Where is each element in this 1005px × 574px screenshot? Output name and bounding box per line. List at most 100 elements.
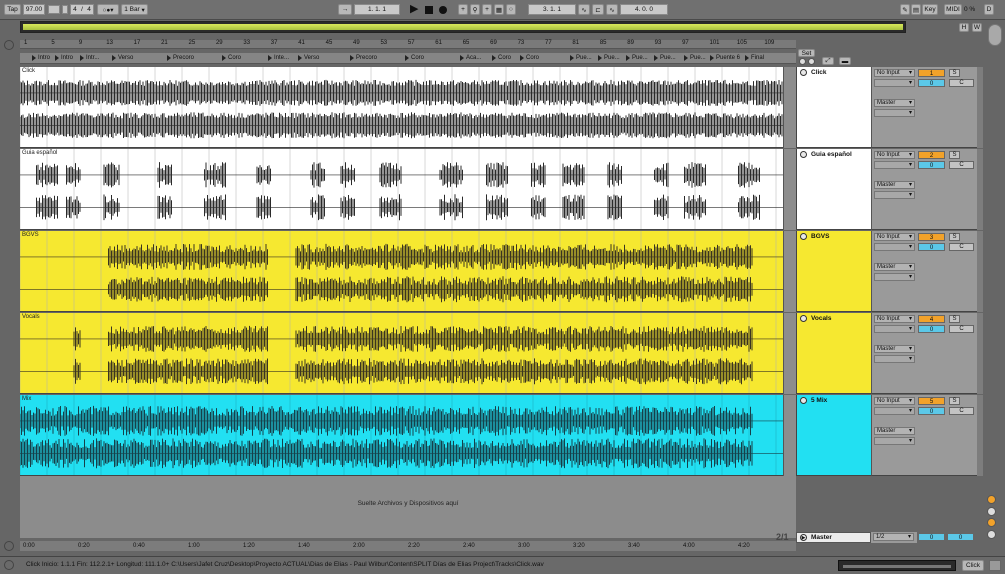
input-channel-select[interactable] [874, 79, 915, 87]
locator-marker[interactable]: Intro [55, 53, 73, 64]
song-position-field[interactable]: 1. 1. 1 [354, 4, 400, 15]
clip-lane[interactable]: BGVS [20, 231, 783, 312]
track-fold-icon[interactable] [800, 69, 807, 76]
input-type-select[interactable]: No Input [874, 233, 915, 241]
zoom-circle-icon[interactable] [4, 541, 14, 551]
metronome-bars-icon[interactable] [62, 5, 68, 14]
output-type-select[interactable]: Master [874, 181, 915, 189]
input-channel-select[interactable] [874, 161, 915, 169]
locator-marker[interactable]: Verso [298, 53, 319, 64]
punch-out-icon[interactable]: ∿ [606, 4, 618, 15]
pan-knob[interactable]: 0 [918, 161, 945, 169]
computer-keyboard-icon[interactable]: ▤ [911, 4, 921, 15]
info-view-toggle-icon[interactable] [988, 24, 1002, 46]
clip-lane[interactable]: Mix [20, 395, 783, 476]
fold-icon[interactable]: ▬ [839, 57, 851, 65]
output-channel-select[interactable] [874, 355, 915, 363]
hide-view-w-button[interactable]: W [972, 23, 982, 32]
beat-time-ruler[interactable]: 1 5 9 13 17 21 25 29 33 37 41 45 49 53 57 61 65 69 73 77 81 8… [20, 40, 796, 49]
track-fold-icon[interactable] [800, 233, 807, 240]
track-activator[interactable]: 4 [918, 315, 945, 323]
mixer-toggle-icon[interactable] [987, 530, 996, 539]
time-signature-field[interactable]: 4 / 4 [70, 4, 94, 15]
cue-button[interactable]: C [949, 407, 974, 415]
midi-map-button[interactable]: MIDI [944, 4, 962, 15]
input-channel-select[interactable] [874, 407, 915, 415]
drop-zone[interactable]: Suelte Archivos y Dispositivos aquí [20, 476, 796, 538]
master-pan[interactable]: 0 [918, 533, 945, 541]
track-fold-icon[interactable] [800, 151, 807, 158]
locator-marker[interactable]: Intr... [80, 53, 99, 64]
solo-button[interactable]: S [949, 315, 960, 323]
key-map-button[interactable]: Key [922, 4, 938, 15]
loop-length-field[interactable]: 4. 0. 0 [620, 4, 668, 15]
output-type-select[interactable]: Master [874, 99, 915, 107]
track-activator[interactable]: 1 [918, 69, 945, 77]
sends-toggle-icon[interactable] [987, 518, 996, 527]
locator-marker[interactable]: Coro [520, 53, 539, 64]
track-fold-icon[interactable] [800, 397, 807, 404]
track-header[interactable]: 5 Mix [796, 395, 871, 476]
locator-marker[interactable]: Coro [492, 53, 511, 64]
tap-tempo-button[interactable]: Tap [4, 4, 21, 15]
stop-icon[interactable] [425, 6, 433, 14]
locator-marker[interactable]: Coro [222, 53, 241, 64]
locator-lane[interactable]: Intro Intro Intr... Verso Precoro Coro Inte...… [20, 53, 796, 64]
locator-marker[interactable]: Pue... [598, 53, 620, 64]
output-channel-select[interactable] [874, 109, 915, 117]
automation-arm-icon[interactable]: ⚲ [470, 4, 480, 15]
output-type-select[interactable]: Master [874, 427, 915, 435]
pan-knob[interactable]: 0 [918, 243, 945, 251]
quantize-select[interactable]: 1 Bar ▾ [121, 4, 148, 15]
hide-view-h-button[interactable]: H [959, 23, 969, 32]
locator-marker[interactable]: Inte... [268, 53, 289, 64]
output-type-select[interactable]: Master [874, 345, 915, 353]
io-toggle-icon[interactable] [987, 507, 996, 516]
track-header[interactable]: Guia español [796, 149, 871, 230]
session-record-icon[interactable]: ○ [506, 4, 516, 15]
track-header[interactable]: Click [796, 67, 871, 148]
locator-marker[interactable]: Aca... [460, 53, 481, 64]
pan-knob[interactable]: 0 [918, 325, 945, 333]
arrangement-overview[interactable] [20, 21, 906, 33]
input-channel-select[interactable] [874, 325, 915, 333]
track-activator[interactable]: 3 [918, 233, 945, 241]
clip-lane[interactable]: Vocals [20, 313, 783, 394]
output-channel-select[interactable] [874, 273, 915, 281]
input-type-select[interactable]: No Input [874, 397, 915, 405]
master-track-header[interactable]: ▶ Master [796, 532, 871, 543]
output-channel-select[interactable] [874, 191, 915, 199]
loop-switch-icon[interactable]: ⊏ [592, 4, 604, 15]
navigation-circle-icon[interactable] [4, 40, 14, 50]
next-locator-icon[interactable] [808, 58, 815, 65]
draw-mode-icon[interactable]: ✎ [900, 4, 910, 15]
record-icon[interactable] [439, 6, 447, 14]
locator-marker[interactable]: Pue... [626, 53, 648, 64]
overdub-icon[interactable]: + [458, 4, 468, 15]
track-activator[interactable]: 5 [918, 397, 945, 405]
arrangement-loop-icon[interactable]: ⤢ [822, 57, 834, 65]
track-header[interactable]: BGVS [796, 231, 871, 312]
master-output-select[interactable]: 1/2 [873, 533, 914, 541]
tempo-field[interactable]: 97.00 [23, 4, 45, 15]
set-locator-button[interactable]: Set [798, 49, 815, 57]
time-ruler[interactable]: 0:00 0:20 0:40 1:00 1:20 1:40 2:00 2:20 2:40 3:00… [20, 541, 796, 551]
master-play-icon[interactable]: ▶ [800, 534, 807, 541]
track-fold-icon[interactable] [800, 315, 807, 322]
input-type-select[interactable]: No Input [874, 315, 915, 323]
locator-marker[interactable]: Precoro [167, 53, 194, 64]
play-icon[interactable]: ▶ [410, 4, 420, 15]
clip-lane[interactable]: Guia español [20, 149, 783, 230]
output-type-select[interactable]: Master [874, 263, 915, 271]
cue-button[interactable]: C [949, 79, 974, 87]
locator-marker[interactable]: Pue... [570, 53, 592, 64]
locator-marker[interactable]: Final [745, 53, 764, 64]
loop-start-field[interactable]: 3. 1. 1 [528, 4, 576, 15]
locator-marker[interactable]: Coro [405, 53, 424, 64]
input-channel-select[interactable] [874, 243, 915, 251]
punch-in-icon[interactable]: ∿ [578, 4, 590, 15]
input-type-select[interactable]: No Input [874, 151, 915, 159]
locator-marker[interactable]: Verso [112, 53, 133, 64]
follow-button[interactable]: → [338, 4, 352, 15]
info-view-icon[interactable] [4, 560, 14, 570]
